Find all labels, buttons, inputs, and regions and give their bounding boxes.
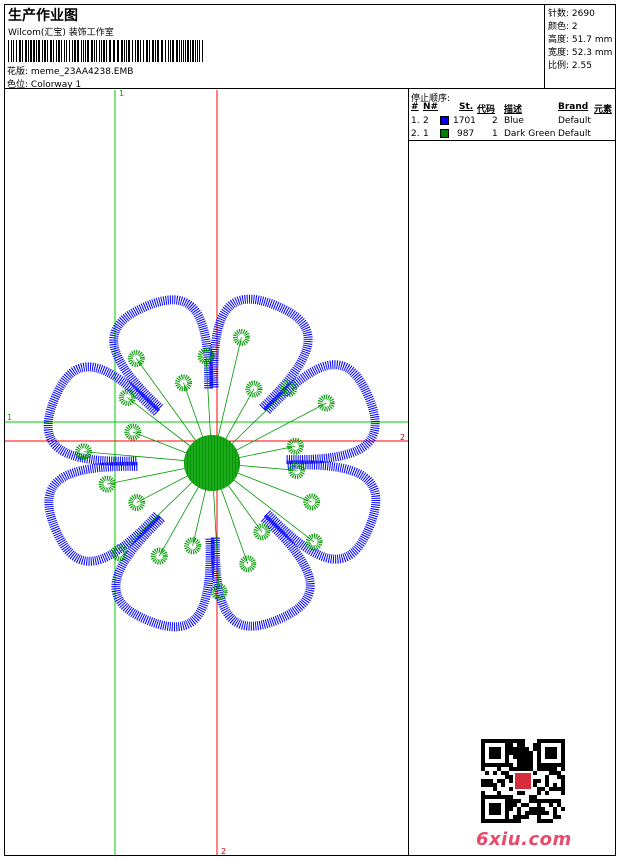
embroidery-design: 1 1 2 2	[5, 90, 408, 855]
color-swatch	[440, 116, 449, 125]
petal	[210, 513, 315, 631]
stats-panel: 针数: 2690 颜色: 2 高度: 51.7 mm 宽度: 52.3 mm 比…	[545, 4, 616, 89]
barcode	[8, 40, 203, 62]
company-name: Wilcom(汇宝) 装饰工作室	[8, 28, 114, 38]
pattern-value: meme_23AA4238.EMB	[30, 67, 134, 77]
guide-label-h-red: 2	[400, 433, 405, 442]
stops-divider	[409, 140, 616, 141]
petal	[262, 360, 380, 465]
col-element: 元素	[594, 105, 613, 115]
col-brand: Brand	[558, 102, 589, 112]
colorway-row: 色位: Colorway 1	[7, 77, 81, 90]
stops-header-row: # N# St. 代码 描述 Brand 元素	[409, 102, 617, 115]
stat-scale: 比例: 2.55	[548, 61, 592, 71]
stat-stitches: 针数: 2690	[548, 9, 595, 19]
petal	[111, 514, 215, 632]
color-swatch	[440, 129, 449, 138]
guide-label-h-green: 1	[7, 413, 12, 422]
col-num: #	[411, 102, 419, 112]
guide-label-v-red: 2	[221, 847, 226, 855]
qr-code	[481, 739, 565, 823]
col-needle: N#	[423, 102, 439, 112]
flower-center	[184, 435, 240, 491]
col-desc: 描述	[504, 105, 523, 115]
page-title: 生产作业图	[8, 8, 78, 24]
petal	[43, 362, 161, 466]
stat-colors: 颜色: 2	[548, 22, 578, 32]
col-code: 代码	[477, 105, 496, 115]
pattern-label: 花版:	[7, 67, 29, 77]
stat-width: 宽度: 52.3 mm	[548, 48, 613, 58]
col-st: St.	[459, 102, 474, 112]
header: 生产作业图 Wilcom(汇宝) 装饰工作室 花版: meme_23AA4238…	[4, 4, 545, 90]
watermark: 6xiu.com	[476, 829, 572, 850]
guide-label-v-green: 1	[119, 90, 124, 98]
colorway-label: 色位:	[7, 80, 29, 90]
stop-row: 1. 2 1701 2 Blue Default	[411, 116, 591, 126]
pattern-row: 花版: meme_23AA4238.EMB	[7, 64, 133, 77]
colorway-value: Colorway 1	[30, 80, 82, 90]
stat-height: 高度: 51.7 mm	[548, 35, 613, 45]
